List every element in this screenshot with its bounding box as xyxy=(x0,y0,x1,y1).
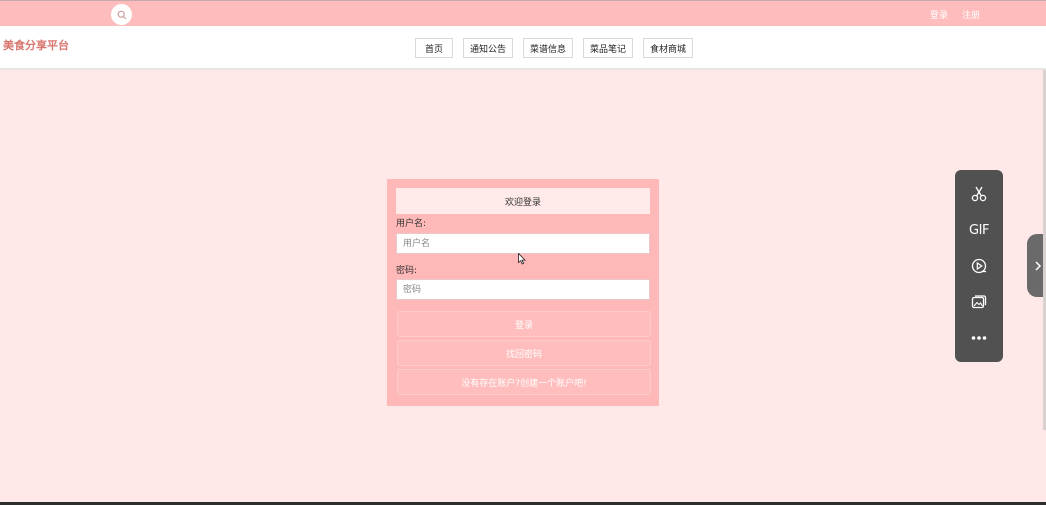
password-label: 密码: xyxy=(396,266,418,276)
login-title: 欢迎登录 xyxy=(396,188,650,214)
top-bar: 登录 注册 xyxy=(0,0,1046,26)
main-navbar: 美食分享平台 首页 通知公告 菜谱信息 菜品笔记 食材商城 xyxy=(0,26,1046,70)
nav-item-notes[interactable]: 菜品笔记 xyxy=(583,38,634,58)
username-label: 用户名: xyxy=(396,219,427,229)
nav-item-home[interactable]: 首页 xyxy=(415,38,453,58)
search-icon xyxy=(117,10,126,19)
nav-item-store[interactable]: 食材商城 xyxy=(643,38,694,58)
login-card: 欢迎登录 用户名: 密码: 登录 找回密码 没有存在账户?创建一个账户吧! xyxy=(387,179,659,406)
nav-item-recipes[interactable]: 菜谱信息 xyxy=(523,38,574,58)
top-login-link[interactable]: 登录 xyxy=(930,8,948,21)
scissors-icon[interactable] xyxy=(967,182,991,206)
nav-item-notices[interactable]: 通知公告 xyxy=(463,38,514,58)
create-account-button[interactable]: 没有存在账户?创建一个账户吧! xyxy=(397,369,651,395)
forgot-password-button[interactable]: 找回密码 xyxy=(397,340,651,366)
username-input[interactable] xyxy=(396,233,650,254)
chevron-right-icon xyxy=(1035,260,1042,271)
nav-menu: 首页 通知公告 菜谱信息 菜品笔记 食材商城 xyxy=(415,38,694,58)
screen-record-icon[interactable] xyxy=(967,254,991,278)
image-icon[interactable] xyxy=(967,290,991,314)
password-input[interactable] xyxy=(396,279,650,300)
top-links: 登录 注册 xyxy=(930,8,980,21)
site-brand[interactable]: 美食分享平台 xyxy=(3,37,69,53)
more-icon[interactable] xyxy=(967,326,991,350)
search-button[interactable] xyxy=(111,4,132,25)
screenshot-tool-panel: GIF xyxy=(955,170,1003,362)
login-button[interactable]: 登录 xyxy=(397,311,651,337)
top-register-link[interactable]: 注册 xyxy=(962,8,980,21)
gif-icon[interactable]: GIF xyxy=(967,218,991,242)
